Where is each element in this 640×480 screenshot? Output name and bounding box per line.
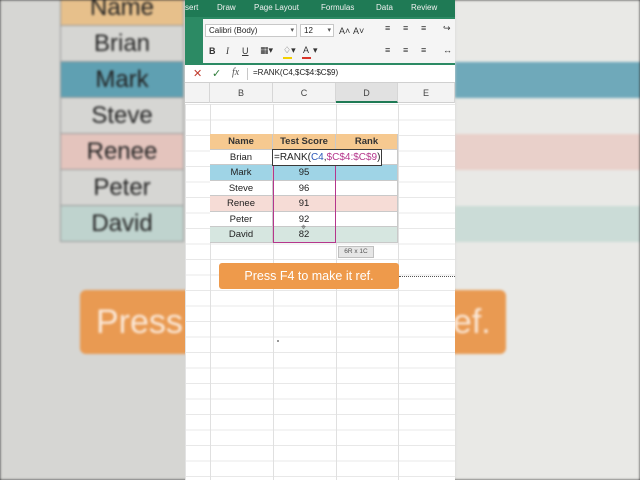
bg-row: David	[60, 206, 184, 242]
chevron-down-icon: ▾	[327, 27, 331, 34]
copy-marquee	[399, 276, 455, 277]
cell-formula-editor[interactable]: =RANK(C4,$C$4:$C$9)	[272, 149, 383, 166]
font-size-value: 12	[304, 26, 313, 35]
formula-bar-divider	[247, 68, 248, 80]
bg-caption-left: Press	[96, 303, 183, 341]
column-header-e[interactable]: E	[398, 83, 455, 103]
tab-page-layout[interactable]: Page Layout	[254, 3, 299, 12]
align-middle-icon[interactable]: ≡	[403, 23, 408, 33]
wrap-text-icon[interactable]: ↪	[443, 23, 451, 33]
chevron-down-icon: ▾	[290, 27, 294, 34]
bg-row: Steve	[60, 98, 184, 134]
cell-name[interactable]: David	[210, 227, 273, 243]
font-size-select[interactable]: 12 ▾	[300, 24, 334, 37]
align-top-icon[interactable]: ≡	[385, 23, 390, 33]
cell-rank[interactable]	[336, 211, 398, 227]
mouse-cursor-icon: ⌖	[301, 222, 307, 232]
cell-rank[interactable]	[336, 180, 398, 196]
tab-draw[interactable]: Draw	[217, 3, 236, 12]
merge-cells-icon[interactable]: ↔	[443, 45, 452, 55]
formula-bar: ✕ ✓ fx =RANK(C4,$C$4:$C$9)	[185, 65, 455, 83]
column-header-b[interactable]: B	[210, 83, 273, 103]
grow-font-icon[interactable]: A˄	[339, 26, 350, 36]
selection-size-tooltip: 6R x 1C	[338, 246, 374, 258]
tab-review[interactable]: Review	[411, 3, 437, 12]
tab-insert[interactable]: sert	[185, 3, 198, 12]
header-rank[interactable]: Rank	[336, 134, 398, 150]
bg-row: Mark	[60, 62, 184, 98]
fill-color-icon[interactable]: ♢▾	[283, 45, 296, 55]
fill-color-bar	[283, 57, 292, 59]
align-bottom-icon[interactable]: ≡	[421, 23, 426, 33]
bg-right-band	[455, 134, 640, 170]
select-all-corner[interactable]	[185, 83, 210, 103]
formula-prefix: =RANK(	[274, 152, 311, 163]
cell-rank[interactable]	[336, 196, 398, 212]
bg-row: Brian	[60, 26, 184, 62]
tab-formulas[interactable]: Formulas	[321, 3, 354, 12]
fx-icon[interactable]: fx	[232, 67, 239, 78]
ribbon-tab-bar: sert Draw Page Layout Formulas Data Revi…	[185, 0, 455, 17]
cell-name[interactable]: Mark	[210, 165, 273, 181]
column-header-c[interactable]: C	[273, 83, 336, 103]
formula-range: $C$4:$C$9	[326, 152, 378, 163]
chevron-down-icon[interactable]: ▾	[313, 45, 318, 55]
italic-button[interactable]: I	[226, 46, 229, 56]
cell-rank[interactable]	[336, 227, 398, 243]
excel-window: sert Draw Page Layout Formulas Data Revi…	[185, 0, 455, 480]
bg-row: Renee	[60, 134, 184, 170]
header-name[interactable]: Name	[210, 134, 273, 150]
bg-right-band	[455, 206, 640, 242]
formula-suffix: )	[377, 152, 381, 163]
formula-input[interactable]: =RANK(C4,$C$4:$C$9)	[253, 68, 338, 77]
tutorial-caption: Press F4 to make it ref.	[219, 263, 399, 289]
stray-dot	[277, 340, 279, 342]
font-name-select[interactable]: Calibri (Body) ▾	[205, 24, 297, 37]
cell-name[interactable]: Peter	[210, 211, 273, 227]
cell-name[interactable]: Brian	[210, 149, 273, 165]
align-right-icon[interactable]: ≡	[421, 45, 426, 55]
cell-name[interactable]: Renee	[210, 196, 273, 212]
column-header-d[interactable]: D	[336, 83, 398, 103]
bg-caption-right: ef.	[452, 303, 491, 341]
font-color-bar	[302, 57, 311, 59]
ribbon-toolbar: Calibri (Body) ▾ 12 ▾ A˄ A˅ B I U ▦▾ ♢▾ …	[185, 17, 455, 65]
font-name-value: Calibri (Body)	[209, 26, 258, 35]
table-header-row: Name Test Score Rank	[210, 134, 398, 150]
bg-row-header: Name	[60, 0, 184, 26]
grid-line	[398, 104, 399, 480]
header-test-score[interactable]: Test Score	[273, 134, 336, 150]
cell-name[interactable]: Steve	[210, 180, 273, 196]
cell-rank[interactable]	[336, 165, 398, 181]
font-color-icon[interactable]: A	[303, 45, 309, 55]
bg-right-band	[455, 62, 640, 98]
x-icon[interactable]: ✕	[193, 67, 202, 80]
ribbon-home-panel: Calibri (Body) ▾ 12 ▾ A˄ A˅ B I U ▦▾ ♢▾ …	[203, 19, 455, 63]
shrink-font-icon[interactable]: A˅	[353, 26, 364, 36]
check-icon[interactable]: ✓	[212, 67, 221, 80]
underline-button[interactable]: U	[242, 46, 249, 56]
borders-icon[interactable]: ▦▾	[260, 45, 273, 55]
align-center-icon[interactable]: ≡	[403, 45, 408, 55]
formula-ref: C4	[310, 152, 324, 163]
bg-row: Peter	[60, 170, 184, 206]
column-headers: B C D E	[185, 83, 455, 103]
bold-button[interactable]: B	[209, 46, 216, 56]
align-left-icon[interactable]: ≡	[385, 45, 390, 55]
tab-data[interactable]: Data	[376, 3, 393, 12]
